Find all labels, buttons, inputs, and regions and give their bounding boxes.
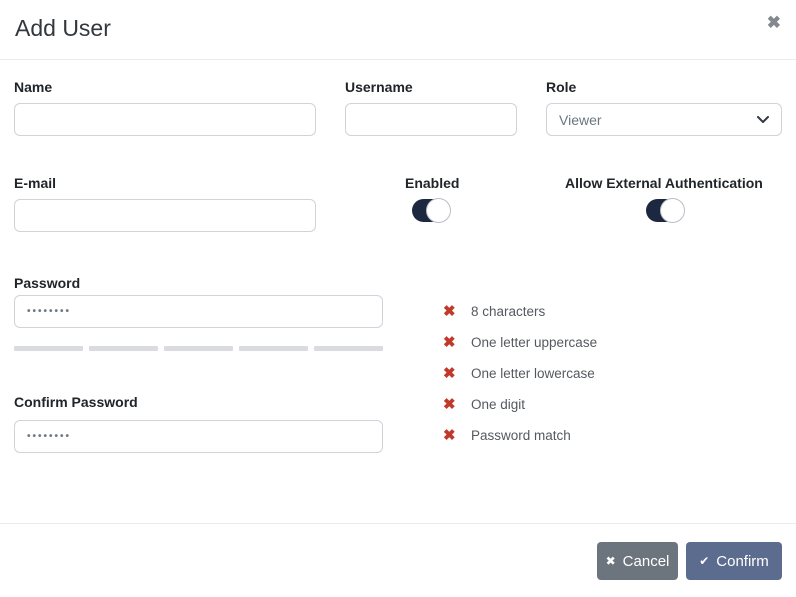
password-input[interactable] [14, 295, 383, 328]
strength-segment [89, 346, 158, 351]
username-input[interactable] [345, 103, 517, 136]
page-title: Add User [15, 15, 111, 42]
name-input[interactable] [14, 103, 316, 136]
role-label: Role [546, 80, 576, 94]
cross-icon: ✖ [443, 304, 457, 319]
validation-list: ✖ 8 characters ✖ One letter uppercase ✖ One l… [443, 296, 773, 451]
strength-segment [164, 346, 233, 351]
strength-segment [239, 346, 308, 351]
confirm-button-label: Confirm [716, 553, 769, 570]
validation-label: One letter lowercase [471, 366, 595, 381]
cross-icon: ✖ [443, 366, 457, 381]
password-label: Password [14, 276, 80, 290]
cross-icon: ✖ [443, 335, 457, 350]
validation-item: ✖ Password match [443, 420, 773, 451]
cancel-button-label: Cancel [623, 553, 670, 570]
email-label: E-mail [14, 176, 56, 190]
close-icon[interactable]: ✖ [767, 14, 781, 31]
strength-segment [14, 346, 83, 351]
validation-item: ✖ One letter uppercase [443, 327, 773, 358]
chevron-down-icon [757, 116, 769, 124]
header-divider [0, 59, 796, 60]
cross-icon: ✖ [443, 397, 457, 412]
validation-item: ✖ One digit [443, 389, 773, 420]
enabled-label: Enabled [405, 176, 459, 190]
enabled-toggle[interactable] [412, 199, 450, 222]
validation-item: ✖ One letter lowercase [443, 358, 773, 389]
toggle-knob [426, 198, 451, 223]
footer-divider [0, 523, 796, 524]
validation-label: One digit [471, 397, 525, 412]
cancel-button[interactable]: ✖ Cancel [597, 542, 678, 580]
strength-segment [314, 346, 383, 351]
confirm-button[interactable]: ✔ Confirm [686, 542, 782, 580]
check-icon: ✔ [699, 555, 709, 567]
toggle-knob [660, 198, 685, 223]
x-icon: ✖ [606, 555, 616, 567]
email-input[interactable] [14, 199, 316, 232]
validation-item: ✖ 8 characters [443, 296, 773, 327]
password-strength-meter [14, 346, 383, 351]
role-selected-value: Viewer [559, 112, 757, 128]
confirm-password-input[interactable] [14, 420, 383, 453]
allow-external-auth-toggle[interactable] [646, 199, 684, 222]
confirm-password-label: Confirm Password [14, 395, 138, 409]
role-select[interactable]: Viewer [546, 103, 782, 136]
name-label: Name [14, 80, 52, 94]
username-label: Username [345, 80, 413, 94]
allow-external-auth-label: Allow External Authentication [565, 176, 763, 190]
validation-label: 8 characters [471, 304, 545, 319]
validation-label: Password match [471, 428, 571, 443]
validation-label: One letter uppercase [471, 335, 597, 350]
cross-icon: ✖ [443, 428, 457, 443]
